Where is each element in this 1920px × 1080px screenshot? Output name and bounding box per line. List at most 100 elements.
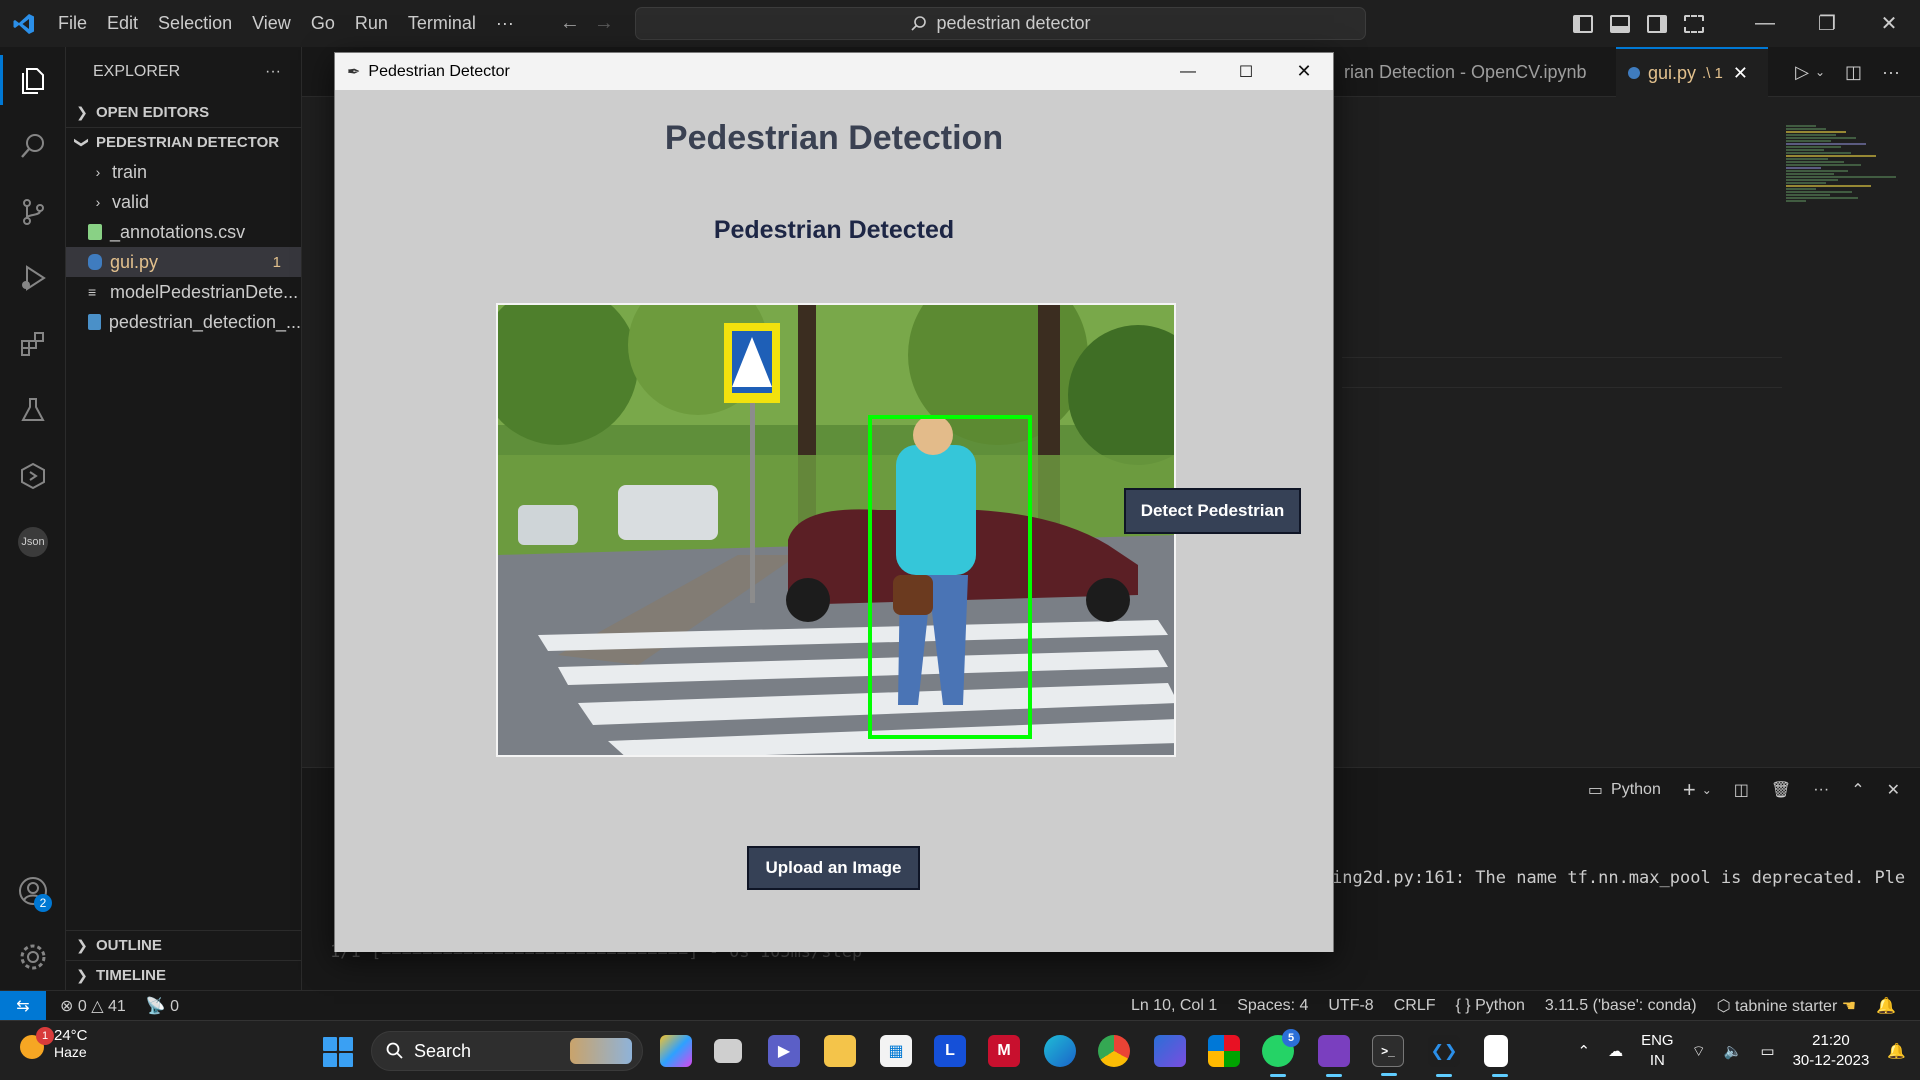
- menu-run[interactable]: Run: [345, 0, 398, 47]
- split-editor-icon[interactable]: ◫: [1845, 62, 1862, 83]
- app-minimize-icon[interactable]: —: [1159, 53, 1217, 90]
- edge-browser-icon[interactable]: [1044, 1035, 1076, 1067]
- vscode-taskbar-icon[interactable]: ❮❯: [1428, 1035, 1460, 1077]
- explorer-more-icon[interactable]: ···: [265, 63, 281, 81]
- chevron-down-icon[interactable]: ⌄: [1702, 783, 1712, 797]
- minimap[interactable]: [1786, 124, 1898, 284]
- chevron-down-icon[interactable]: ⌄: [1815, 65, 1825, 79]
- upload-image-button[interactable]: Upload an Image: [747, 846, 920, 890]
- section-timeline[interactable]: ❯ TIMELINE: [66, 960, 302, 990]
- volume-icon[interactable]: 🔈: [1724, 1042, 1743, 1060]
- editor-more-icon[interactable]: ···: [1882, 62, 1900, 83]
- taskbar-search[interactable]: Search: [371, 1031, 643, 1071]
- encoding[interactable]: UTF-8: [1318, 997, 1383, 1015]
- python-interpreter[interactable]: 3.11.5 ('base': conda): [1535, 997, 1707, 1015]
- remote-explorer-icon[interactable]: [0, 443, 66, 509]
- whatsapp-icon[interactable]: 5: [1262, 1029, 1300, 1077]
- explorer-icon[interactable]: [0, 47, 66, 113]
- windows-start-icon[interactable]: [323, 1037, 353, 1067]
- tab-close-icon[interactable]: ✕: [1733, 63, 1748, 84]
- terminal-shell-label[interactable]: Python: [1611, 781, 1661, 799]
- menu-go[interactable]: Go: [301, 0, 345, 47]
- menu-more[interactable]: ···: [486, 0, 524, 47]
- detect-pedestrian-button[interactable]: Detect Pedestrian: [1124, 488, 1301, 534]
- document-app-icon[interactable]: [1484, 1035, 1508, 1077]
- extensions-icon[interactable]: [0, 311, 66, 377]
- task-view-icon[interactable]: [714, 1039, 742, 1063]
- end-of-line[interactable]: CRLF: [1384, 997, 1446, 1015]
- cursor-position[interactable]: Ln 10, Col 1: [1121, 997, 1227, 1015]
- back-arrow-icon[interactable]: ←: [560, 12, 580, 35]
- copilot-icon[interactable]: [660, 1035, 692, 1067]
- terminal-app-icon[interactable]: >_: [1372, 1035, 1404, 1076]
- visual-studio-icon[interactable]: [1318, 1035, 1350, 1077]
- section-open-editors[interactable]: ❯ OPEN EDITORS: [66, 97, 301, 127]
- section-outline[interactable]: ❯ OUTLINE: [66, 930, 302, 960]
- onedrive-icon[interactable]: ☁: [1608, 1042, 1623, 1060]
- tab-gui[interactable]: gui.py .\ 1 ✕: [1616, 47, 1768, 97]
- source-control-icon[interactable]: [0, 179, 66, 245]
- l-app-icon[interactable]: L: [934, 1035, 966, 1067]
- testing-flask-icon[interactable]: [0, 377, 66, 443]
- weather-widget[interactable]: 1 24°C Haze: [20, 1026, 88, 1060]
- wifi-icon[interactable]: ⌔: [1692, 1042, 1706, 1061]
- close-panel-icon[interactable]: ✕: [1887, 780, 1900, 800]
- toggle-panel-icon[interactable]: [1610, 14, 1630, 33]
- minimize-icon[interactable]: —: [1734, 0, 1796, 47]
- system-clock[interactable]: 21:20 30-12-2023: [1793, 1031, 1870, 1071]
- microsoft-store-icon[interactable]: ▦: [880, 1035, 912, 1067]
- notification-bell-icon[interactable]: 🔔: [1887, 1042, 1906, 1060]
- toggle-primary-sidebar-icon[interactable]: [1573, 14, 1593, 33]
- menu-selection[interactable]: Selection: [148, 0, 242, 47]
- tabnine-status[interactable]: ⬡ tabnine starter ☚: [1707, 996, 1867, 1016]
- run-play-icon[interactable]: ▷: [1795, 62, 1809, 83]
- customize-layout-icon[interactable]: [1684, 14, 1704, 33]
- indentation[interactable]: Spaces: 4: [1227, 997, 1318, 1015]
- weather-sun-icon: 1: [20, 1026, 54, 1059]
- tab-notebook[interactable]: rian Detection - OpenCV.ipynb: [1332, 47, 1598, 97]
- chrome-browser-icon[interactable]: [1098, 1035, 1130, 1067]
- mcafee-icon[interactable]: M: [988, 1035, 1020, 1067]
- section-project[interactable]: ❯ PEDESTRIAN DETECTOR: [66, 127, 301, 157]
- tree-folder-train[interactable]: › train: [66, 157, 301, 187]
- restore-icon[interactable]: ❐: [1796, 0, 1858, 47]
- colorful-app-icon[interactable]: [1208, 1035, 1240, 1067]
- accounts-icon[interactable]: 2: [0, 858, 66, 924]
- error-icon: ⊗: [60, 997, 74, 1015]
- menu-edit[interactable]: Edit: [97, 0, 148, 47]
- app-maximize-icon[interactable]: ☐: [1217, 53, 1275, 90]
- tree-folder-valid[interactable]: › valid: [66, 187, 301, 217]
- ports-indicator[interactable]: 📡 0: [136, 996, 189, 1016]
- show-hidden-icons-chevron-icon[interactable]: ⌃: [1578, 1042, 1591, 1060]
- input-language[interactable]: ENG IN: [1641, 1031, 1674, 1071]
- tree-file-gui[interactable]: gui.py 1: [66, 247, 301, 277]
- run-debug-icon[interactable]: [0, 245, 66, 311]
- tree-file-model[interactable]: ≡ modelPedestrianDete...: [66, 277, 301, 307]
- file-explorer-icon[interactable]: [824, 1035, 856, 1067]
- power-automate-icon[interactable]: [1154, 1035, 1186, 1067]
- command-center-search[interactable]: pedestrian detector: [635, 7, 1366, 40]
- menu-file[interactable]: File: [48, 0, 97, 47]
- kill-terminal-trash-icon[interactable]: 🗑: [1771, 780, 1791, 800]
- close-icon[interactable]: ✕: [1858, 0, 1920, 47]
- maximize-panel-icon[interactable]: ⌃: [1851, 780, 1864, 800]
- teams-meet-icon[interactable]: ▶: [768, 1035, 800, 1067]
- json-extension-icon[interactable]: Json: [0, 509, 66, 575]
- panel-more-icon[interactable]: ···: [1813, 781, 1829, 799]
- app-close-icon[interactable]: ✕: [1275, 53, 1333, 90]
- split-terminal-icon[interactable]: ◫: [1734, 780, 1749, 800]
- battery-icon[interactable]: ▭: [1760, 1042, 1774, 1060]
- menu-view[interactable]: View: [242, 0, 301, 47]
- tree-file-notebook[interactable]: pedestrian_detection_...: [66, 307, 301, 337]
- forward-arrow-icon[interactable]: →: [594, 12, 614, 35]
- remote-indicator-icon[interactable]: ⇆: [0, 990, 46, 1021]
- toggle-secondary-sidebar-icon[interactable]: [1647, 14, 1667, 33]
- search-icon[interactable]: [0, 113, 66, 179]
- new-terminal-icon[interactable]: +: [1683, 777, 1696, 803]
- menu-terminal[interactable]: Terminal: [398, 0, 486, 47]
- language-mode[interactable]: { } Python: [1445, 997, 1534, 1015]
- tree-file-annotations[interactable]: _annotations.csv: [66, 217, 301, 247]
- problems-indicator[interactable]: ⊗ 0 △ 41: [50, 996, 136, 1016]
- notifications-bell-icon[interactable]: 🔔: [1866, 996, 1906, 1016]
- settings-gear-icon[interactable]: [0, 924, 66, 990]
